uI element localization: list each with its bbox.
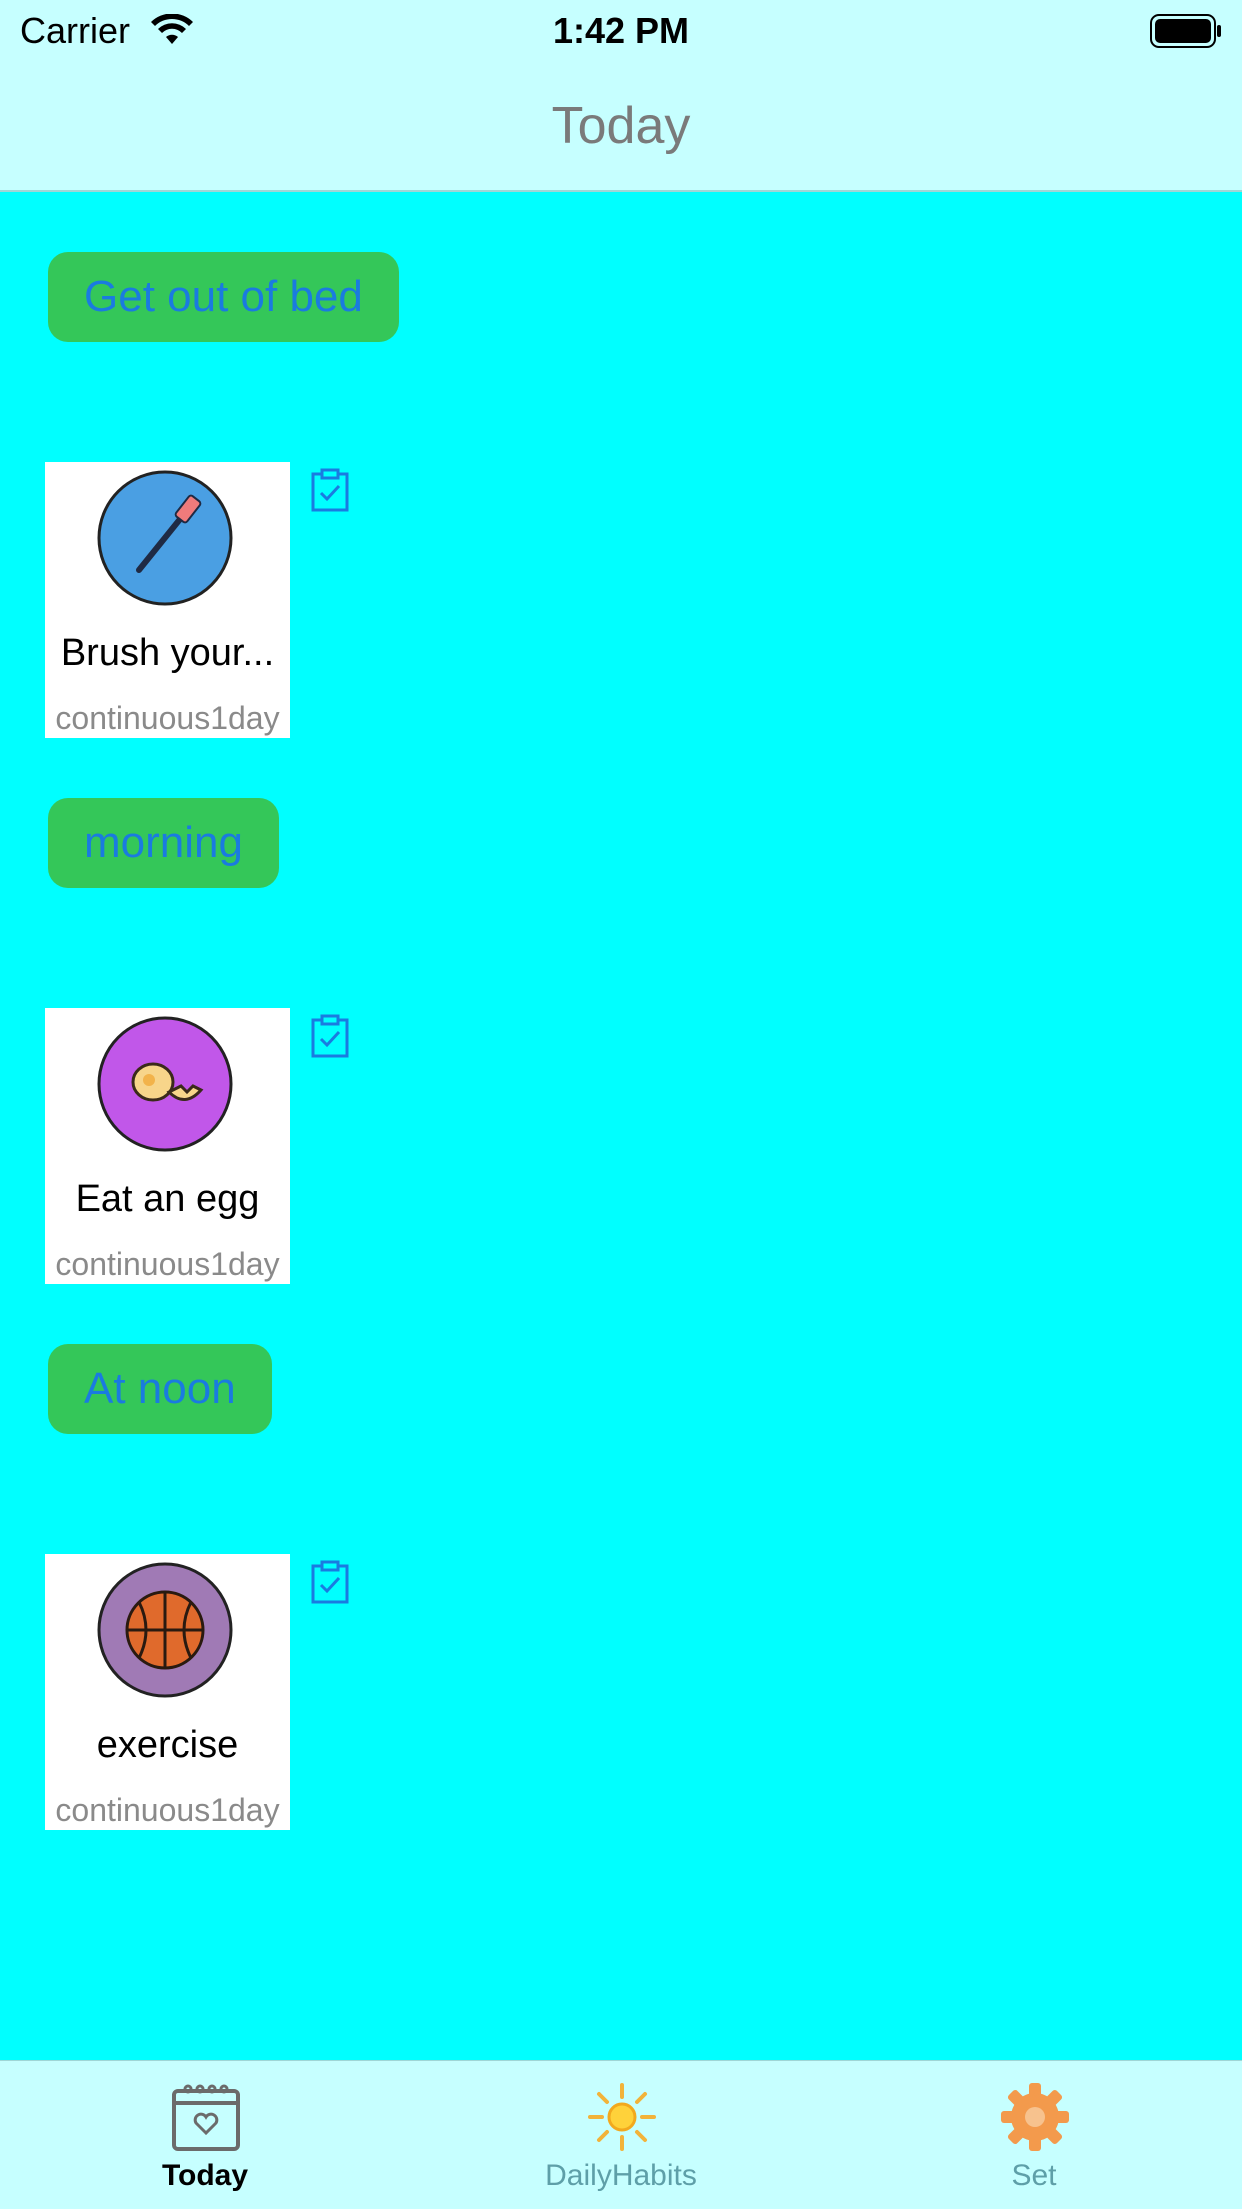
tab-label: Today — [161, 2159, 249, 2192]
habit-streak: continuous1day — [55, 700, 280, 736]
habit-card-exercise[interactable]: exercise continuous1day — [45, 1554, 290, 1830]
tab-bar: Today DailyHabits Set — [0, 2060, 1242, 2209]
section-chip-get-out-of-bed[interactable]: Get out of bed — [48, 252, 399, 342]
navigation-bar: Today — [0, 62, 1242, 192]
tab-set[interactable]: Set — [884, 2061, 1184, 2209]
page-title: Today — [551, 97, 691, 155]
habit-name: Brush your... — [60, 632, 275, 674]
tab-today[interactable]: Today — [55, 2061, 355, 2209]
tab-label: DailyHabits — [545, 2159, 697, 2192]
section-chip-morning[interactable]: morning — [48, 798, 279, 888]
clipboard-check-icon[interactable] — [310, 468, 350, 512]
habit-name: exercise — [96, 1724, 239, 1766]
clipboard-check-icon[interactable] — [310, 1560, 350, 1604]
habit-streak: continuous1day — [55, 1246, 280, 1282]
habit-streak: continuous1day — [55, 1792, 280, 1828]
battery-icon — [1150, 14, 1221, 48]
tab-dailyhabits[interactable]: DailyHabits — [471, 2061, 771, 2209]
calendar-heart-icon — [172, 2084, 240, 2151]
egg-icon — [97, 1016, 233, 1152]
clipboard-check-icon[interactable] — [310, 1014, 350, 1058]
habit-list[interactable]: Get out of bed Brush your... continuous1… — [0, 192, 1242, 2060]
habit-card-eat-egg[interactable]: Eat an egg continuous1day — [45, 1008, 290, 1284]
sun-icon — [588, 2083, 656, 2151]
tab-label: Set — [1011, 2159, 1057, 2192]
habit-card-brush-teeth[interactable]: Brush your... continuous1day — [45, 462, 290, 738]
clock: 1:42 PM — [552, 10, 690, 51]
toothbrush-icon — [97, 470, 233, 606]
habit-name: Eat an egg — [75, 1178, 260, 1220]
basketball-icon — [97, 1562, 233, 1698]
status-bar: Carrier 1:42 PM — [0, 0, 1242, 62]
gear-icon — [1001, 2083, 1069, 2151]
section-chip-at-noon[interactable]: At noon — [48, 1344, 272, 1434]
